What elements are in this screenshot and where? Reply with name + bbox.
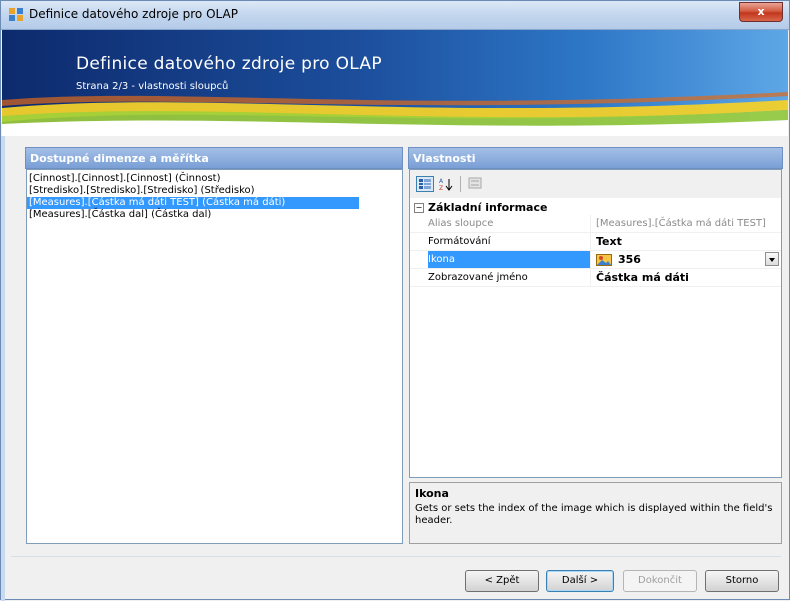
property-pages-icon [468,177,482,189]
list-item[interactable]: [Measures].[Částka dal] (Částka dal) [27,209,402,221]
property-pages-button[interactable] [466,176,484,192]
close-button[interactable]: x [739,2,783,22]
property-name: Ikona [428,251,590,268]
left-edge-strip [1,136,5,601]
icon-index-value: 356 [618,253,641,266]
property-row-display-name[interactable]: Zobrazované jméno Částka má dáti [410,269,781,287]
property-value: Částka má dáti [596,271,689,284]
finish-button[interactable]: Dokončit [623,570,697,592]
category-basic-info[interactable]: − Základní informace [410,200,781,215]
sort-az-icon: A Z [439,178,453,192]
property-row-icon[interactable]: Ikona 356 [410,251,781,269]
properties-header: Vlastnosti [408,147,783,169]
svg-text:A: A [439,178,444,185]
property-row-alias[interactable]: Alias sloupce [Measures].[Částka má dáti… [410,215,781,233]
categorized-icon [419,179,431,189]
property-row-formatting[interactable]: Formátování Text [410,233,781,251]
title-bar[interactable]: Definice datového zdroje pro OLAP x [1,1,789,30]
footer-divider [11,556,781,557]
wizard-window: Definice datového zdroje pro OLAP x Defi… [0,0,790,601]
property-grid[interactable]: A Z − Základní informace Alias sloupce [… [409,169,782,478]
app-icon [9,8,23,21]
category-label: Základní informace [428,201,548,214]
dropdown-button[interactable] [765,252,779,266]
property-grid-toolbar: A Z [410,170,781,198]
banner-title: Definice datového zdroje pro OLAP [76,54,382,74]
image-icon [596,254,612,266]
alphabetical-button[interactable]: A Z [437,176,455,192]
property-value: [Measures].[Částka má dáti TEST] [596,218,766,229]
categorized-button[interactable] [416,176,434,192]
available-dimensions-list[interactable]: [Cinnost].[Cinnost].[Cinnost] (Činnost) … [26,169,403,544]
window-title: Definice datového zdroje pro OLAP [29,7,238,21]
property-description-panel: Ikona Gets or sets the index of the imag… [409,482,782,544]
property-value-icon[interactable]: 356 [596,251,781,268]
property-name: Formátování [428,236,491,247]
property-name: Alias sloupce [428,218,494,229]
next-button[interactable]: Další > [546,570,614,592]
back-button[interactable]: < Zpět [465,570,539,592]
available-dimensions-header: Dostupné dimenze a měřítka [25,147,403,169]
column-divider [590,215,591,232]
list-item[interactable]: [Stredisko].[Stredisko].[Stredisko] (Stř… [27,185,402,197]
description-title: Ikona [415,487,449,500]
banner-subtitle: Strana 2/3 - vlastnosti sloupců [76,81,229,92]
svg-text:Z: Z [439,185,443,191]
property-value: Text [596,235,622,248]
column-divider [590,269,591,286]
list-item[interactable]: [Cinnost].[Cinnost].[Cinnost] (Činnost) [27,173,402,185]
description-text: Gets or sets the index of the image whic… [415,503,773,526]
cancel-button[interactable]: Storno [705,570,779,592]
property-grid-body: − Základní informace Alias sloupce [Meas… [410,200,781,287]
close-icon: x [757,5,765,18]
collapse-toggle[interactable]: − [414,203,424,213]
toolbar-separator [460,176,461,192]
column-divider [590,233,591,250]
list-item-selected[interactable]: [Measures].[Částka má dáti TEST] (Částka… [27,197,359,209]
wizard-banner: Definice datového zdroje pro OLAP Strana… [2,30,788,136]
property-name: Zobrazované jméno [428,272,528,283]
column-divider [590,251,591,268]
